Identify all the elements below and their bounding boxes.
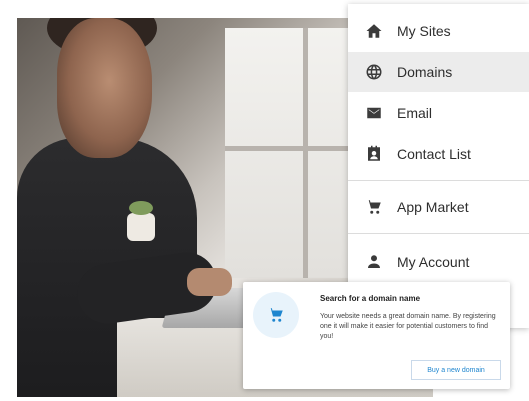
menu-item-label: My Account (397, 254, 470, 270)
card-description: Your website needs a great domain name. … (320, 313, 496, 340)
menu-item-label: Contact List (397, 146, 471, 162)
domain-search-card: Search for a domain name Your website ne… (243, 282, 510, 389)
globe-icon (364, 62, 384, 82)
menu-divider (348, 180, 529, 181)
menu-item-label: My Sites (397, 23, 451, 39)
menu-item-domains[interactable]: Domains (348, 52, 529, 92)
menu-item-label: Domains (397, 64, 453, 80)
menu-item-label: Email (397, 105, 433, 121)
cart-icon (267, 306, 285, 324)
menu-item-my-sites[interactable]: My Sites (348, 11, 529, 51)
menu-item-email[interactable]: Email (348, 93, 529, 133)
menu-item-contact-list[interactable]: Contact List (348, 134, 529, 174)
photo-person-head (57, 18, 152, 158)
home-icon (364, 21, 384, 41)
buy-domain-button[interactable]: Buy a new domain (411, 360, 501, 380)
person-icon (364, 252, 384, 272)
navigation-menu: My Sites Domains Email Contact List App … (348, 4, 529, 328)
menu-item-label: App Market (397, 199, 469, 215)
mail-icon (364, 103, 384, 123)
card-icon-circle (253, 292, 299, 338)
menu-item-app-market[interactable]: App Market (348, 187, 529, 227)
menu-item-my-account[interactable]: My Account (348, 242, 529, 282)
photo-plant (127, 201, 155, 241)
photo-person-hand (187, 268, 232, 296)
card-title: Search for a domain name (320, 294, 421, 303)
menu-divider (348, 233, 529, 234)
contact-card-icon (364, 144, 384, 164)
cart-icon (364, 197, 384, 217)
